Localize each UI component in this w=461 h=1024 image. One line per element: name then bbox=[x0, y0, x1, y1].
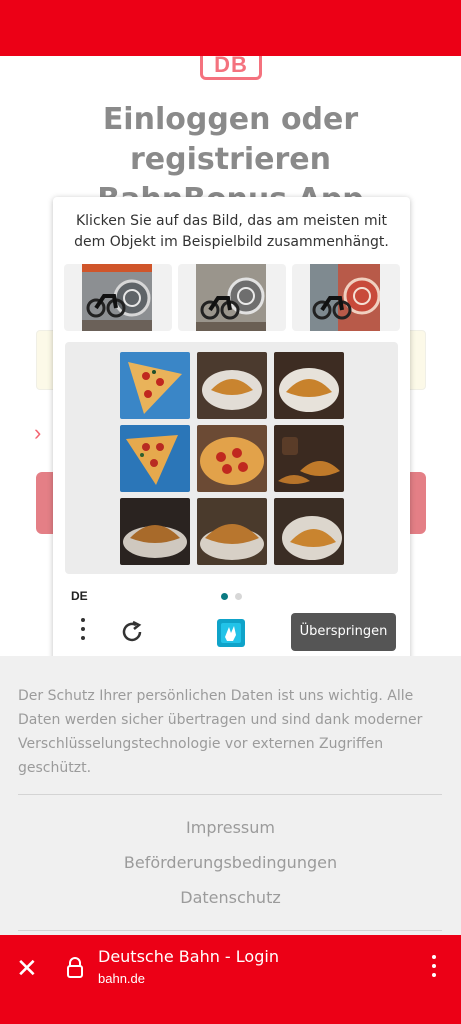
link-datenschutz[interactable]: Datenschutz bbox=[0, 888, 461, 907]
more-vertical-icon[interactable] bbox=[75, 615, 91, 645]
browser-toolbar: ✕ Deutsche Bahn - Login bahn.de bbox=[0, 935, 461, 1024]
lock-icon bbox=[66, 957, 84, 984]
page-indicator-dot-active bbox=[221, 593, 228, 600]
page-footer: Der Schutz Ihrer persönlichen Daten ist … bbox=[0, 656, 461, 936]
captcha-image-grid bbox=[65, 342, 398, 574]
privacy-notice: Der Schutz Ihrer persönlichen Daten ist … bbox=[18, 688, 423, 776]
more-vertical-icon[interactable] bbox=[430, 955, 438, 982]
db-logo: DB bbox=[200, 56, 262, 80]
grid-tile-croissant-2[interactable] bbox=[274, 352, 344, 419]
example-image-2 bbox=[178, 264, 286, 331]
divider bbox=[18, 794, 442, 795]
grid-tile-pizza-art-2[interactable] bbox=[120, 425, 190, 492]
motorcycle-icon bbox=[310, 264, 380, 331]
page-tab-title: Deutsche Bahn - Login bbox=[98, 947, 279, 966]
grid-tile-croissant-5[interactable] bbox=[274, 498, 344, 565]
grid-tile-coffee-croissant[interactable] bbox=[274, 425, 344, 492]
grid-tile-croissant-4[interactable] bbox=[197, 498, 267, 565]
example-image-1 bbox=[64, 264, 172, 331]
refresh-icon[interactable] bbox=[119, 619, 145, 645]
grid-tile-croissant-1[interactable] bbox=[197, 352, 267, 419]
divider bbox=[18, 930, 442, 931]
motorcycle-icon bbox=[82, 264, 152, 331]
captcha-examples bbox=[64, 264, 400, 331]
captcha-dialog: Klicken Sie auf das Bild, das am meisten… bbox=[53, 197, 410, 667]
link-impressum[interactable]: Impressum bbox=[0, 818, 461, 837]
hcaptcha-logo-icon bbox=[213, 615, 249, 651]
language-selector[interactable]: DE bbox=[71, 589, 88, 603]
page-url: bahn.de bbox=[98, 971, 145, 986]
captcha-prompt: Klicken Sie auf das Bild, das am meisten… bbox=[74, 213, 389, 250]
captcha-grid bbox=[120, 352, 344, 565]
close-icon[interactable]: ✕ bbox=[16, 955, 38, 981]
page-title-line1: Einloggen oder registrieren bbox=[102, 102, 359, 177]
skip-button[interactable]: Überspringen bbox=[291, 613, 396, 651]
grid-tile-pizza[interactable] bbox=[197, 425, 267, 492]
page-indicator-dot bbox=[235, 593, 242, 600]
grid-tile-croissant-3[interactable] bbox=[120, 498, 190, 565]
chevron-right-icon: › bbox=[34, 420, 42, 445]
grid-tile-pizza-art-1[interactable] bbox=[120, 352, 190, 419]
top-status-bar bbox=[0, 0, 461, 56]
link-befoerderungsbedingungen[interactable]: Beförderungsbedingungen bbox=[0, 853, 461, 872]
example-image-3 bbox=[292, 264, 400, 331]
motorcycle-icon bbox=[196, 264, 266, 331]
